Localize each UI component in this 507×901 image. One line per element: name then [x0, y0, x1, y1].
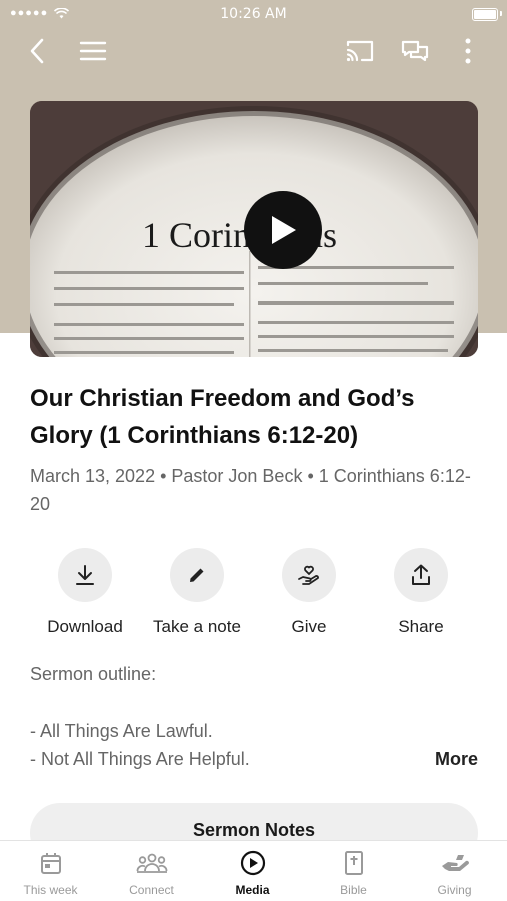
download-icon	[76, 565, 94, 585]
give-circle	[282, 548, 336, 602]
calendar-icon	[40, 853, 61, 874]
share-circle	[394, 548, 448, 602]
more-icon	[465, 38, 471, 64]
tab-giving[interactable]: Giving	[404, 849, 505, 897]
bible-icon	[344, 851, 363, 875]
menu-icon	[79, 41, 107, 61]
outline-heading: Sermon outline:	[30, 664, 157, 684]
tab-bible[interactable]: Bible	[303, 849, 404, 897]
download-button[interactable]: Download	[29, 548, 141, 637]
take-note-button[interactable]: Take a note	[141, 548, 253, 637]
action-row: Download Take a note Give Share	[0, 548, 507, 648]
outline-item: - Not All Things Are Helpful.	[30, 749, 250, 769]
back-icon	[30, 38, 44, 64]
share-icon	[412, 564, 430, 585]
tab-media[interactable]: Media	[202, 849, 303, 897]
play-icon	[272, 216, 296, 244]
cast-icon	[346, 40, 374, 62]
take-note-label: Take a note	[153, 617, 241, 636]
play-circle-icon	[240, 850, 265, 876]
sermon-meta: March 13, 2022 • Pastor Jon Beck • 1 Cor…	[30, 466, 471, 514]
download-circle	[58, 548, 112, 602]
give-label: Give	[291, 617, 327, 636]
status-time: 10:26 AM	[220, 6, 287, 22]
cast-button[interactable]	[342, 33, 378, 69]
menu-button[interactable]	[75, 33, 111, 69]
chat-button[interactable]	[397, 33, 433, 69]
people-icon	[136, 853, 167, 873]
sermon-video-thumbnail[interactable]: 1 Corinthians	[30, 101, 478, 357]
status-bar: ●●●●● 10:26 AM	[0, 0, 507, 28]
tab-label: Media	[235, 883, 270, 897]
battery-tip	[500, 11, 502, 16]
play-button[interactable]	[244, 191, 322, 269]
back-button[interactable]	[20, 33, 56, 69]
battery-icon	[472, 8, 498, 21]
giving-hand-icon	[441, 855, 469, 871]
download-label: Download	[47, 617, 123, 636]
tab-label: Giving	[437, 883, 472, 897]
share-button[interactable]: Share	[365, 548, 477, 637]
tab-label: Connect	[129, 883, 174, 897]
more-link[interactable]: More	[435, 749, 478, 770]
take-note-circle	[170, 548, 224, 602]
tab-connect[interactable]: Connect	[101, 849, 202, 897]
tab-this-week[interactable]: This week	[0, 849, 101, 897]
outline-item: - All Things Are Lawful.	[30, 721, 213, 741]
pencil-icon	[190, 568, 204, 582]
sermon-notes-label: Sermon Notes	[192, 820, 316, 840]
tab-bar: This week Connect Media Bible Giving	[0, 840, 507, 901]
more-button[interactable]	[450, 33, 486, 69]
give-button[interactable]: Give	[253, 548, 365, 637]
give-icon	[298, 565, 319, 585]
tab-label: This week	[23, 883, 78, 897]
chat-icon	[401, 40, 429, 62]
tab-label: Bible	[340, 883, 367, 897]
sermon-title: Our Christian Freedom and God’s Glory (1…	[30, 385, 415, 449]
share-label: Share	[398, 617, 444, 636]
